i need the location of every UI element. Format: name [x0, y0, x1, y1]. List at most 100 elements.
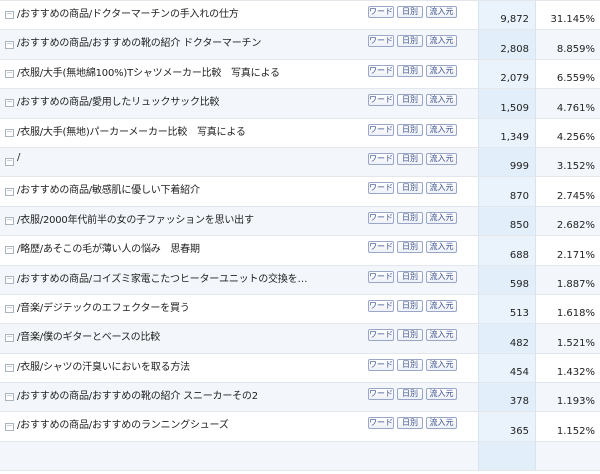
page-path-link[interactable]: /おすすめの商品/コイズミ家電こたつヒーターユニットの交換を… — [17, 269, 372, 285]
word-button[interactable]: ワード — [368, 270, 394, 283]
pageview-percentage: 2.682% — [536, 206, 600, 236]
daily-button[interactable]: 日別 — [397, 211, 423, 224]
page-icon — [5, 40, 14, 49]
page-icon — [5, 216, 14, 225]
pageview-count: 365 — [478, 412, 536, 441]
row-actions: ワード 日別 流入元 — [368, 299, 457, 312]
source-button[interactable]: 流入元 — [426, 241, 457, 254]
daily-button[interactable]: 日別 — [397, 417, 423, 430]
pageview-percentage: 2.171% — [536, 236, 600, 265]
page-path-link[interactable]: /略歴/あそこの毛が薄い人の悩み 思春期 — [17, 239, 372, 255]
pageview-percentage: 1.193% — [536, 383, 600, 412]
daily-button[interactable]: 日別 — [397, 64, 423, 77]
daily-button[interactable]: 日別 — [397, 94, 423, 107]
source-button[interactable]: 流入元 — [426, 6, 457, 18]
row-actions: ワード 日別 流入元 — [368, 329, 457, 342]
page-path-link[interactable]: /衣服/シャツの汗臭いにおいを取る方法 — [17, 357, 372, 373]
page-path-link[interactable]: /おすすめの商品/おすすめのランニングシューズ — [17, 415, 372, 431]
row-actions: ワード 日別 流入元 — [368, 35, 457, 48]
word-button[interactable]: ワード — [368, 94, 394, 107]
table-row: /おすすめの商品/ドクターマーチンの手入れの仕方 ワード 日別 流入元 9,87… — [0, 1, 600, 31]
page-ranking-table: /おすすめの商品/ドクターマーチンの手入れの仕方 ワード 日別 流入元 9,87… — [0, 0, 600, 472]
daily-button[interactable]: 日別 — [397, 241, 423, 254]
pageview-count: 454 — [478, 353, 536, 383]
daily-button[interactable]: 日別 — [397, 123, 423, 136]
word-button[interactable]: ワード — [368, 64, 394, 77]
daily-button[interactable]: 日別 — [397, 6, 423, 18]
page-icon — [5, 363, 14, 372]
page-path-link[interactable]: /音楽/僕のギターとベースの比較 — [17, 327, 372, 343]
table-row: /衣服/2000年代前半の女の子ファッションを思い出す ワード 日別 流入元 8… — [0, 206, 600, 237]
page-cell: /おすすめの商品/愛用したリュックサック比較 ワード 日別 流入元 — [0, 89, 478, 118]
daily-button[interactable]: 日別 — [397, 35, 423, 48]
source-button[interactable]: 流入元 — [426, 123, 457, 136]
source-button[interactable]: 流入元 — [426, 417, 457, 430]
pageview-percentage: 4.256% — [536, 118, 600, 147]
daily-button[interactable]: 日別 — [397, 358, 423, 371]
pageview-count: 598 — [478, 265, 536, 294]
page-cell: /衣服/2000年代前半の女の子ファッションを思い出す ワード 日別 流入元 — [0, 206, 478, 236]
word-button[interactable]: ワード — [368, 123, 394, 136]
table-body: /おすすめの商品/ドクターマーチンの手入れの仕方 ワード 日別 流入元 9,87… — [0, 1, 600, 472]
row-actions: ワード 日別 流入元 — [368, 211, 457, 224]
source-button[interactable]: 流入元 — [426, 388, 457, 401]
page-cell: / ワード 日別 流入元 — [0, 147, 478, 177]
page-icon — [5, 334, 14, 343]
page-cell: /略歴/あそこの毛が薄い人の悩み 思春期 ワード 日別 流入元 — [0, 236, 478, 265]
page-path-link[interactable]: /おすすめの商品/おすすめの靴の紹介 スニーカーその2 — [17, 386, 372, 402]
daily-button[interactable]: 日別 — [397, 152, 423, 165]
page-cell: /衣服/シャツの汗臭いにおいを取る方法 ワード 日別 流入元 — [0, 353, 478, 383]
source-button[interactable]: 流入元 — [426, 152, 457, 165]
source-button[interactable]: 流入元 — [426, 270, 457, 283]
word-button[interactable]: ワード — [368, 417, 394, 430]
page-cell: /おすすめの商品/ドクターマーチンの手入れの仕方 ワード 日別 流入元 — [0, 1, 478, 30]
source-button[interactable]: 流入元 — [426, 182, 457, 195]
page-path-link[interactable]: /衣服/2000年代前半の女の子ファッションを思い出す — [17, 210, 372, 226]
source-button[interactable]: 流入元 — [426, 329, 457, 342]
source-button[interactable]: 流入元 — [426, 35, 457, 48]
source-button[interactable]: 流入元 — [426, 299, 457, 312]
daily-button[interactable]: 日別 — [397, 182, 423, 195]
word-button[interactable]: ワード — [368, 6, 394, 18]
pageview-count: 1,509 — [478, 89, 536, 118]
page-path-link[interactable]: /おすすめの商品/敏感肌に優しい下着紹介 — [17, 180, 372, 196]
pageview-count: 2,079 — [478, 59, 536, 89]
page-path-link[interactable]: /音楽/デジテックのエフェクターを買う — [17, 298, 372, 314]
table-row: /おすすめの商品/敏感肌に優しい下着紹介 ワード 日別 流入元 870 2.74… — [0, 177, 600, 207]
page-path-link[interactable]: /衣服/大手(無地)パーカーメーカー比較 写真による — [17, 122, 372, 138]
page-icon — [5, 305, 14, 314]
word-button[interactable]: ワード — [368, 182, 394, 195]
daily-button[interactable]: 日別 — [397, 299, 423, 312]
source-button[interactable]: 流入元 — [426, 64, 457, 77]
page-path-link[interactable]: /おすすめの商品/おすすめの靴の紹介 ドクターマーチン — [17, 33, 372, 49]
page-path-link[interactable]: /おすすめの商品/愛用したリュックサック比較 — [17, 92, 372, 108]
page-cell: /おすすめの商品/おすすめの靴の紹介 ドクターマーチン ワード 日別 流入元 — [0, 30, 478, 59]
table-row: /おすすめの商品/おすすめの靴の紹介 ドクターマーチン ワード 日別 流入元 2… — [0, 30, 600, 60]
table-row: /衣服/シャツの汗臭いにおいを取る方法 ワード 日別 流入元 454 1.432… — [0, 353, 600, 384]
source-button[interactable]: 流入元 — [426, 358, 457, 371]
word-button[interactable]: ワード — [368, 329, 394, 342]
row-actions: ワード 日別 流入元 — [368, 64, 457, 77]
word-button[interactable]: ワード — [368, 211, 394, 224]
page-path-link[interactable] — [5, 445, 360, 446]
page-cell: /音楽/デジテックのエフェクターを買う ワード 日別 流入元 — [0, 294, 478, 324]
pageview-count: 9,872 — [478, 1, 536, 30]
word-button[interactable]: ワード — [368, 388, 394, 401]
row-actions: ワード 日別 流入元 — [368, 270, 457, 283]
source-button[interactable]: 流入元 — [426, 94, 457, 107]
daily-button[interactable]: 日別 — [397, 329, 423, 342]
word-button[interactable]: ワード — [368, 152, 394, 165]
source-button[interactable]: 流入元 — [426, 211, 457, 224]
row-actions: ワード 日別 流入元 — [368, 417, 457, 430]
word-button[interactable]: ワード — [368, 358, 394, 371]
page-path-link[interactable]: /衣服/大手(無地綿100%)Tシャツメーカー比較 写真による — [17, 63, 372, 79]
page-path-link[interactable]: / — [17, 151, 372, 163]
daily-button[interactable]: 日別 — [397, 270, 423, 283]
page-cell: /衣服/大手(無地綿100%)Tシャツメーカー比較 写真による ワード 日別 流… — [0, 59, 478, 89]
daily-button[interactable]: 日別 — [397, 388, 423, 401]
table-row: /音楽/僕のギターとベースの比較 ワード 日別 流入元 482 1.521% — [0, 324, 600, 354]
page-path-link[interactable]: /おすすめの商品/ドクターマーチンの手入れの仕方 — [17, 4, 372, 20]
word-button[interactable]: ワード — [368, 35, 394, 48]
word-button[interactable]: ワード — [368, 299, 394, 312]
word-button[interactable]: ワード — [368, 241, 394, 254]
